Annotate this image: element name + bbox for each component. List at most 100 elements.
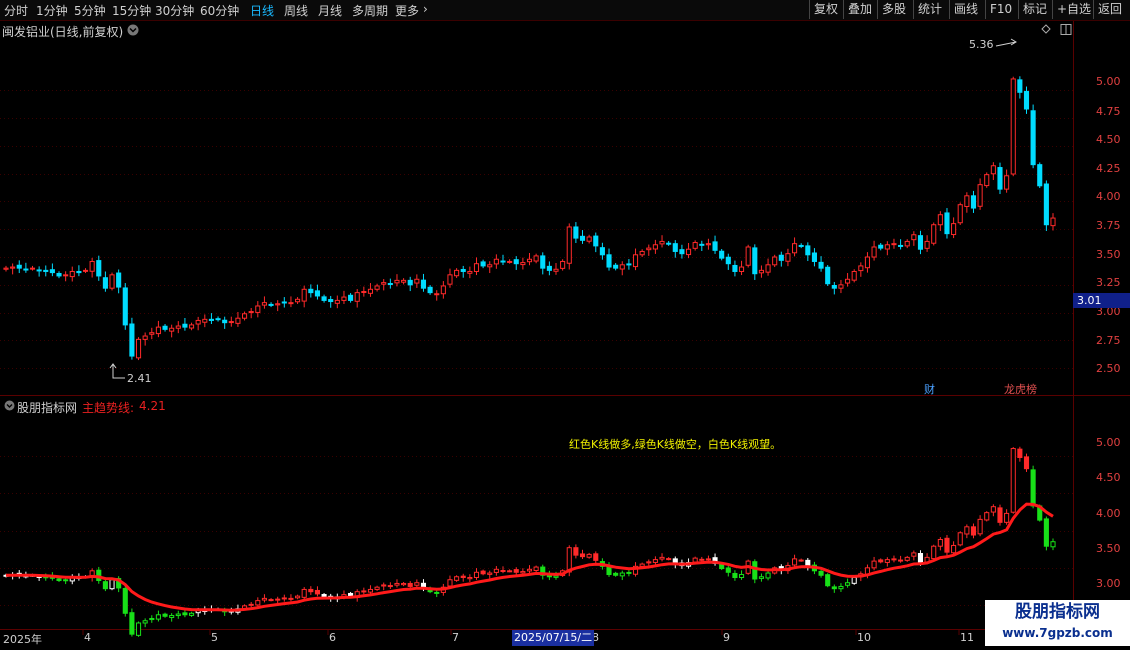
candle [613,263,619,271]
candle [851,269,857,283]
signal-candle [149,615,155,623]
signal-candle [970,523,977,539]
candle [805,242,811,262]
candle [235,311,241,327]
candle [142,332,148,346]
candle [712,235,718,254]
candle [904,239,910,249]
candle [102,271,108,292]
main-y-tick: 4.50 [1096,133,1121,146]
low-price-label: 2.41 [127,372,152,385]
signal-candle [122,585,128,617]
signal-candle [805,557,811,571]
sub-candles [3,446,1056,637]
signal-candle [460,573,466,582]
signal-candle [944,535,950,556]
candle [838,279,844,294]
candle [573,222,579,243]
candle [23,262,29,273]
candle [792,237,798,257]
candle [334,295,340,309]
window-icons[interactable] [1041,24,1072,35]
signal-candle [500,566,506,574]
candle [208,313,214,325]
candle [931,222,937,246]
watermark: 股朋指标网 www.7gpzb.com [985,600,1130,646]
candle [228,316,234,327]
candle [626,259,632,270]
candle [487,261,493,274]
candle [977,178,983,210]
candle [82,268,89,274]
chevron-down-icon[interactable] [126,23,140,37]
signal-candle [831,584,837,593]
candle [149,327,155,340]
chevron-down-icon[interactable] [4,400,15,411]
signal-candle [911,550,917,561]
candle [155,320,161,338]
signal-candle [314,586,321,597]
candle [765,258,771,276]
candle [348,293,354,303]
candle [255,301,261,318]
signal-candle [937,537,943,551]
signal-candle [162,612,168,618]
candle [49,263,55,277]
signal-candle [281,594,287,602]
signal-candle [1010,447,1016,514]
watermark-title: 股朋指标网 [1015,602,1100,622]
billboard-tag[interactable]: 龙虎榜 [1004,381,1037,397]
signal-candle [1017,446,1023,462]
signal-candle [129,608,135,637]
indicator-panel-title: 股朋指标网 [17,401,78,415]
candle [36,266,42,277]
candle [354,289,360,308]
candle [520,257,526,270]
candle [699,240,705,252]
candle [374,283,380,292]
candle [367,283,374,297]
extreme-markers [109,38,1017,379]
candle [387,278,393,289]
signal-candle [798,558,804,562]
candle [288,296,294,308]
candle [16,260,22,274]
candle [951,217,957,239]
candle [89,257,95,278]
grid-sub [0,456,1073,606]
signal-candle [295,594,301,600]
candle [314,284,321,300]
candle [460,265,466,278]
candle [924,235,930,252]
selected-date-label: 2025/07/15/二 [512,630,595,646]
signal-candle [752,559,758,584]
candle [381,279,387,291]
signal-candle [891,555,897,563]
signal-candle [931,544,937,561]
candle [188,322,195,331]
signal-candle [361,587,367,595]
signal-candle [977,515,983,537]
signal-candle [619,570,625,581]
candle [63,271,69,282]
candle [898,239,904,250]
signal-candle [659,553,665,562]
candle [560,259,566,271]
x-axis-label: 7 [452,631,459,644]
signal-candle [1030,465,1036,509]
candle [719,249,725,261]
candle [467,266,473,279]
signal-candle [990,504,996,517]
indicator-value: 4.21 [139,399,166,413]
candle [434,290,440,301]
finance-tag[interactable]: 财 [924,381,935,397]
candle [493,254,499,269]
signal-candle [878,558,884,564]
signal-candle [626,569,632,577]
current-price-flag: 3.01 [1073,293,1130,308]
candle [122,283,128,330]
candle [96,255,102,281]
signal-candle [434,590,440,598]
kline-chart[interactable] [0,0,1130,650]
x-axis-label: 11 [960,631,974,644]
